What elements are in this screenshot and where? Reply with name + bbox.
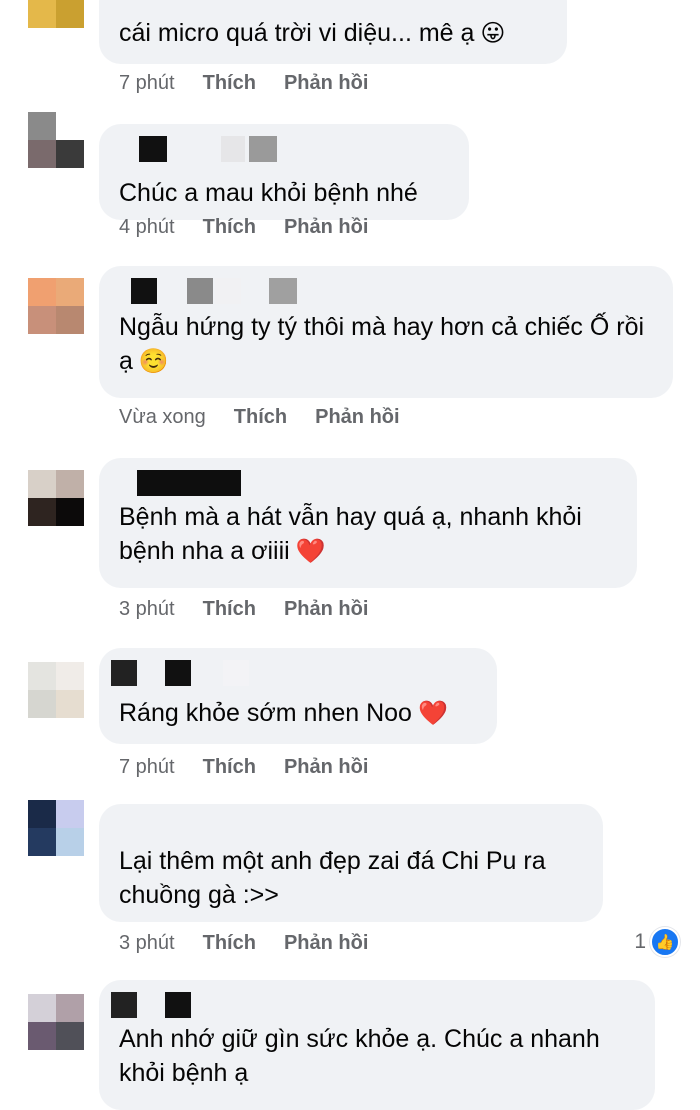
smiling-emoji-icon: ☺️ [138,348,169,375]
like-button[interactable]: Thích [203,932,256,955]
comment-time[interactable]: 7 phút [119,72,175,95]
reply-button[interactable]: Phản hồi [315,406,399,429]
comment-time[interactable]: 7 phút [119,756,175,779]
like-button[interactable]: Thích [203,216,256,239]
avatar[interactable] [28,470,84,526]
reply-button[interactable]: Phản hồi [284,598,368,621]
reply-button[interactable]: Phản hồi [284,72,368,95]
comment-text: Anh nhớ giữ gìn sức khỏe ạ. Chúc a nhanh… [119,1025,600,1087]
tongue-emoji-icon: 😛 [480,20,506,47]
heart-emoji-icon: ❤️ [295,538,326,565]
heart-emoji-icon: ❤️ [417,700,448,727]
like-icon: 👍 [650,927,680,957]
avatar[interactable] [28,0,84,28]
reply-button[interactable]: Phản hồi [284,756,368,779]
comment-time[interactable]: 4 phút [119,216,175,239]
comment-actions: 7 phút Thích Phản hồi [119,72,396,95]
comment-bubble: Chúc a mau khỏi bệnh nhé [99,124,469,220]
comment-bubble: Ráng khỏe sớm nhen Noo ❤️ [99,648,497,744]
comment-actions: Vừa xong Thích Phản hồi [119,406,428,429]
comment-bubble: cái micro quá trời vi diệu... mê ạ 😛 [99,0,567,64]
comment-actions: 4 phút Thích Phản hồi [119,216,396,239]
comment-text: cái micro quá trời vi diệu... mê ạ 😛 [119,19,506,47]
like-button[interactable]: Thích [234,406,287,429]
comment-bubble: Bệnh mà a hát vẫn hay quá ạ, nhanh khỏi … [99,458,637,588]
avatar[interactable] [28,112,84,168]
avatar[interactable] [28,278,84,334]
like-button[interactable]: Thích [203,756,256,779]
comment-time[interactable]: 3 phút [119,598,175,621]
comment-text: Bệnh mà a hát vẫn hay quá ạ, nhanh khỏi … [119,503,582,565]
comment-actions: 3 phút Thích Phản hồi [119,598,396,621]
comment-actions: 7 phút Thích Phản hồi [119,756,396,779]
comment-text: Lại thêm một anh đẹp zai đá Chi Pu ra ch… [119,847,546,909]
comment-time[interactable]: 3 phút [119,932,175,955]
reaction-count: 1 [634,930,646,953]
reply-button[interactable]: Phản hồi [284,932,368,955]
comment-bubble: Anh nhớ giữ gìn sức khỏe ạ. Chúc a nhanh… [99,980,655,1110]
avatar[interactable] [28,994,84,1050]
avatar[interactable] [28,800,84,856]
comment-time[interactable]: Vừa xong [119,406,206,429]
comment-actions: 3 phút Thích Phản hồi [119,932,396,955]
comment-text: Ngẫu hứng ty tý thôi mà hay hơn cả chiếc… [119,313,645,375]
comment-bubble: Lại thêm một anh đẹp zai đá Chi Pu ra ch… [99,804,603,922]
like-button[interactable]: Thích [203,598,256,621]
comment-bubble: Ngẫu hứng ty tý thôi mà hay hơn cả chiếc… [99,266,673,398]
reply-button[interactable]: Phản hồi [284,216,368,239]
reaction-summary[interactable]: 1 👍 [634,927,680,957]
comment-text: Chúc a mau khỏi bệnh nhé [119,179,418,207]
like-button[interactable]: Thích [203,72,256,95]
comment-text: Ráng khỏe sớm nhen Noo ❤️ [119,699,448,727]
avatar[interactable] [28,662,84,718]
